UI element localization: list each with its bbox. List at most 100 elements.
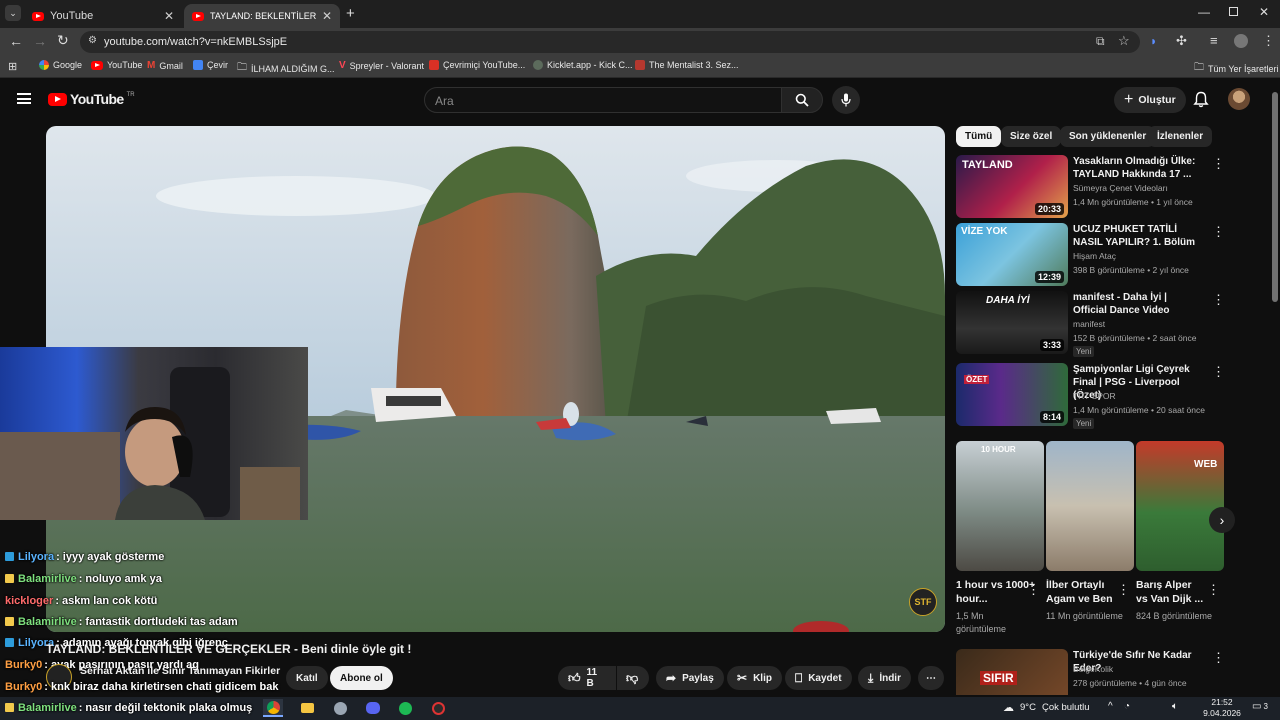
address-bar[interactable]: ⚙ youtube.com/watch?v=nkEMBLSsjpE ⧉ ☆ (80, 31, 1140, 53)
minimize-button[interactable]: — (1198, 5, 1210, 19)
new-tab-button[interactable]: + (346, 6, 355, 21)
discord-taskbar-button[interactable] (363, 699, 383, 717)
video-thumbnail[interactable]: DAHA İYİ 3:33 (956, 291, 1068, 354)
bookmark-valorant[interactable]: V Spreyler - Valorant (339, 60, 424, 71)
close-icon[interactable]: ✕ (164, 9, 174, 23)
back-icon[interactable]: ← (9, 34, 23, 48)
voice-search-button[interactable] (832, 86, 860, 114)
more-vertical-icon[interactable]: ⋮ (1212, 225, 1225, 238)
file-explorer-taskbar-button[interactable] (297, 699, 317, 717)
recommendation-item[interactable]: ÖZET 8:14 Şampiyonlar Ligi Çeyrek Final … (956, 363, 1256, 429)
avatar[interactable] (1228, 88, 1250, 110)
more-vertical-icon[interactable]: ⋮ (1212, 293, 1225, 306)
profile-icon[interactable] (1234, 34, 1248, 48)
chip-recent[interactable]: Son yüklenenler (1060, 126, 1156, 147)
recommendation-channel[interactable]: TRT SPOR (1073, 391, 1116, 401)
bookmark-converter[interactable]: Çevrimiçi YouTube... (429, 60, 525, 70)
recommendation-item[interactable]: TAYLAND 20:33 Yasakların Olmadığı Ülke: … (956, 155, 1256, 219)
clock[interactable]: 21:52 9.04.2026 (1200, 697, 1244, 719)
extensions-puzzle-icon[interactable]: ✣ (1176, 33, 1187, 49)
video-thumbnail[interactable]: TAYLAND 20:33 (956, 155, 1068, 218)
bookmark-google[interactable]: Google (39, 60, 82, 70)
hamburger-menu-icon[interactable] (17, 93, 31, 104)
close-icon[interactable]: ✕ (322, 9, 332, 23)
recommendation-channel[interactable]: Sümeyra Çenet Videoları (1073, 183, 1168, 193)
chrome-taskbar-button[interactable] (263, 699, 283, 717)
more-vertical-icon[interactable]: ⋮ (1212, 157, 1225, 170)
bookmark-mentalist[interactable]: The Mentalist 3. Sez... (635, 60, 739, 70)
tab-youtube[interactable]: YouTube ✕ (24, 4, 182, 28)
reload-icon[interactable]: ↻ (57, 33, 69, 47)
more-vertical-icon[interactable]: ⋮ (1207, 582, 1220, 598)
subscribe-button[interactable]: Abone ol (330, 666, 393, 690)
recommendation-channel[interactable]: Hişam Ataç (1073, 251, 1116, 261)
extension-icon[interactable]: ◗ (1150, 34, 1157, 48)
more-vertical-icon[interactable]: ⋮ (1027, 582, 1040, 598)
bookmark-youtube[interactable]: YouTube (91, 60, 142, 70)
more-vertical-icon[interactable]: ⋮ (1212, 365, 1225, 378)
share-button[interactable]: ➦ Paylaş (656, 666, 724, 690)
spotify-taskbar-button[interactable] (395, 699, 415, 717)
media-control-icon[interactable]: ≡ (1210, 33, 1218, 48)
chat-username: Burky0 (5, 659, 43, 671)
bookmark-folder[interactable]: 🗀 İLHAM ALDIĞIM G... (237, 60, 335, 77)
close-window-button[interactable]: ✕ (1259, 5, 1269, 19)
shorts-next-button[interactable]: › (1209, 507, 1235, 533)
video-thumbnail[interactable]: SIFIR (956, 649, 1068, 695)
chip-watched[interactable]: İzlenenler (1148, 126, 1213, 147)
tray-overflow-icon[interactable]: ^ (1108, 701, 1113, 712)
save-button[interactable]: ⎕ Kaydet (785, 666, 852, 690)
youtube-logo[interactable]: YouTube TR (48, 91, 135, 107)
notifications-bell-icon[interactable] (1193, 91, 1209, 108)
chip-all[interactable]: Tümü (956, 126, 1002, 147)
like-button[interactable]: 👍︎ 11 B (558, 666, 616, 690)
search-input[interactable]: Ara (424, 87, 782, 113)
apps-grid-icon[interactable]: ⊞ (8, 60, 17, 73)
chip-for-you[interactable]: Size özel (1001, 126, 1062, 147)
recommendation-channel[interactable]: BelgeKolik (1073, 664, 1113, 674)
all-bookmarks[interactable]: 🗀 Tüm Yer İşaretleri (1194, 60, 1279, 77)
more-vertical-icon[interactable]: ⋮ (1212, 651, 1225, 664)
channel-name[interactable]: Serhat Aktan ile Sınır Tanımayan Fikirle… (80, 665, 280, 677)
video-thumbnail[interactable]: VİZE YOK 12:39 (956, 223, 1068, 286)
bookmark-star-icon[interactable]: ☆ (1118, 33, 1130, 49)
more-vertical-icon[interactable]: ⋮ (1117, 582, 1130, 598)
bookmark-translate[interactable]: Çevir (193, 60, 228, 70)
recommendation-channel[interactable]: manifest (1073, 319, 1105, 329)
clip-button[interactable]: ✂ Klip (727, 666, 782, 690)
short-thumbnail[interactable]: 10 HOUR (956, 441, 1044, 571)
network-icon[interactable]: ◔ (1124, 701, 1130, 712)
recommendation-item[interactable]: SIFIR Türkiye'de Sıfır Ne Kadar Eder? Be… (956, 649, 1256, 695)
bookmark-gmail[interactable]: M Gmail (147, 60, 183, 71)
tab-video[interactable]: TAYLAND: BEKLENTİLER VE GER ✕ (184, 4, 340, 28)
forward-icon[interactable]: → (33, 34, 47, 48)
restore-button[interactable] (1229, 7, 1238, 16)
create-button[interactable]: + Oluştur (1114, 87, 1186, 113)
more-actions-button[interactable]: ⋯ (918, 666, 944, 690)
dislike-button[interactable]: 👎︎ (617, 666, 649, 690)
tab-search-button[interactable]: ⌄ (5, 5, 21, 21)
weather-widget[interactable]: ☁ 9°C Çok bulutlu (1003, 701, 1089, 714)
app-taskbar-button[interactable] (330, 699, 350, 717)
recommendation-item[interactable]: DAHA İYİ 3:33 manifest - Daha İyi | Offi… (956, 291, 1256, 357)
recommendation-item[interactable]: VİZE YOK 12:39 UCUZ PHUKET TATİLİ NASIL … (956, 223, 1256, 287)
notification-center-button[interactable]: ▭ 3 (1252, 701, 1268, 712)
install-app-icon[interactable]: ⧉ (1096, 34, 1105, 49)
volume-icon[interactable]: 🔈︎ (1172, 701, 1178, 712)
channel-watermark[interactable]: STF (909, 588, 937, 616)
watermark-text: STF (914, 597, 932, 607)
short-thumbnail[interactable] (1046, 441, 1134, 571)
plus-icon: + (346, 5, 355, 22)
video-duration: 3:33 (1039, 339, 1064, 351)
page-scrollbar[interactable] (1272, 92, 1278, 302)
search-button[interactable] (781, 87, 823, 113)
bookmark-kicklet[interactable]: Kicklet.app - Kick C... (533, 60, 633, 70)
site-info-icon[interactable]: ⚙ (88, 35, 97, 46)
obs-taskbar-button[interactable] (428, 699, 448, 717)
video-thumbnail[interactable]: ÖZET 8:14 (956, 363, 1068, 426)
app-icon (333, 701, 347, 715)
join-button[interactable]: Katıl (286, 666, 328, 690)
menu-kebab-icon[interactable]: ⋮ (1262, 33, 1275, 49)
download-button[interactable]: ⤓ İndir (858, 666, 911, 690)
short-thumbnail[interactable]: WEB (1136, 441, 1224, 571)
